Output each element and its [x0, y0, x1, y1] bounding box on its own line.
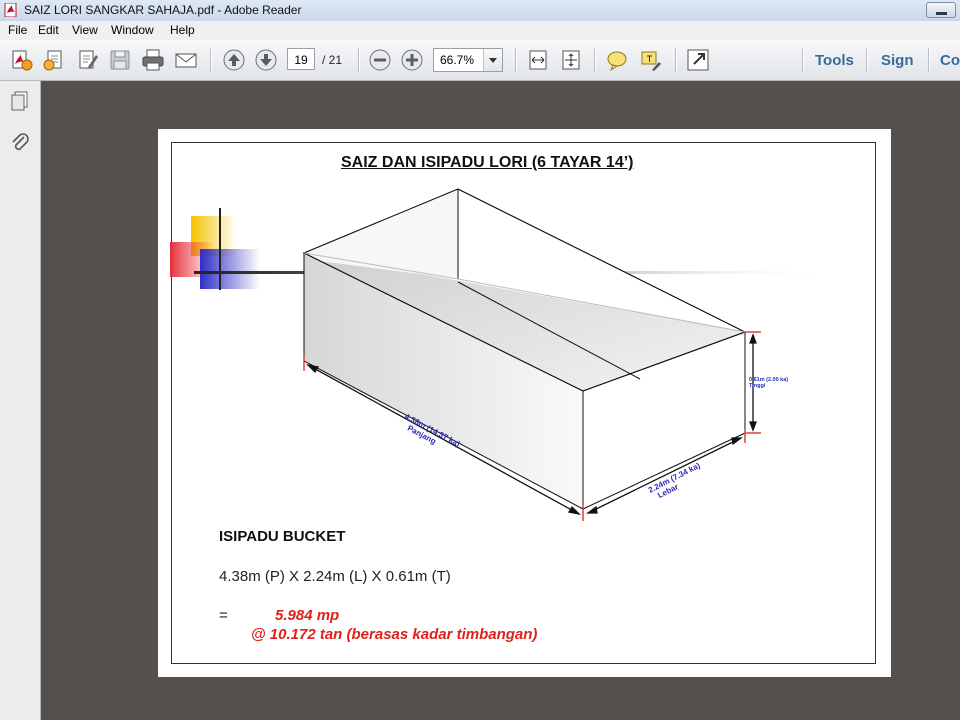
print-icon[interactable] [141, 48, 165, 72]
toolbar-separator [928, 48, 930, 72]
page-number-input[interactable]: 19 [287, 48, 315, 70]
edit-document-icon[interactable] [76, 48, 100, 72]
next-page-icon[interactable] [254, 48, 278, 72]
fit-page-icon[interactable] [559, 48, 583, 72]
window-title: SAIZ LORI SANGKAR SAHAJA.pdf - Adobe Rea… [24, 3, 302, 17]
export-icon[interactable] [42, 48, 66, 72]
adobe-reader-icon [4, 3, 17, 17]
toolbar-separator [866, 48, 868, 72]
truck-bucket-diagram: 4.38m (14.37 ka) Panjang 2.24m (7.34 ka)… [170, 188, 834, 521]
page-thumbnails-icon[interactable] [9, 90, 31, 112]
email-icon[interactable] [174, 48, 198, 72]
navigation-pane [0, 81, 41, 720]
page-total: / 21 [322, 53, 343, 67]
toolbar-separator [675, 48, 677, 72]
toolbar-separator [515, 48, 517, 72]
menu-help[interactable]: Help [170, 23, 195, 37]
menu-bar: File Edit View Window Help [0, 21, 960, 41]
volume-formula: 4.38m (P) X 2.24m (L) X 0.61m (T) [219, 568, 451, 585]
section-title: ISIPADU BUCKET [219, 528, 346, 545]
title-bar: SAIZ LORI SANGKAR SAHAJA.pdf - Adobe Rea… [0, 0, 960, 21]
menu-file[interactable]: File [8, 23, 27, 37]
previous-page-icon[interactable] [222, 48, 246, 72]
save-icon[interactable] [108, 48, 132, 72]
menu-window[interactable]: Window [111, 23, 154, 37]
menu-view[interactable]: View [72, 23, 98, 37]
height-label: Tinggi [749, 383, 766, 389]
slide-heading: SAIZ DAN ISIPADU LORI (6 TAYAR 14’) [341, 154, 634, 171]
zoom-select[interactable]: 66.7% [433, 48, 503, 72]
chevron-down-icon[interactable] [483, 49, 502, 71]
highlight-icon[interactable] [638, 48, 662, 72]
weight-note: @ 10.172 tan (berasas kadar timbangan) [251, 626, 538, 643]
menu-edit[interactable]: Edit [38, 23, 59, 37]
comment-icon[interactable] [605, 48, 629, 72]
attachments-icon[interactable] [9, 132, 31, 154]
toolbar-separator [594, 48, 596, 72]
toolbar-separator [210, 48, 212, 72]
create-pdf-icon[interactable] [9, 48, 33, 72]
minimize-button[interactable] [926, 2, 956, 18]
comment-link[interactable]: Co [940, 52, 960, 69]
zoom-out-icon[interactable] [368, 48, 392, 72]
sign-link[interactable]: Sign [881, 52, 914, 69]
document-page: 4.38m (14.37 ka) Panjang 2.24m (7.34 ka)… [158, 129, 891, 677]
bucket-box [302, 188, 747, 510]
fit-width-icon[interactable] [526, 48, 550, 72]
volume-result: 5.984 mp [275, 607, 340, 624]
expand-icon[interactable] [686, 48, 710, 72]
zoom-value: 66.7% [440, 53, 475, 67]
tools-link[interactable]: Tools [815, 52, 854, 69]
zoom-in-icon[interactable] [400, 48, 424, 72]
toolbar-separator [358, 48, 360, 72]
toolbar-separator [802, 48, 804, 72]
equals-sign: = [219, 607, 228, 624]
